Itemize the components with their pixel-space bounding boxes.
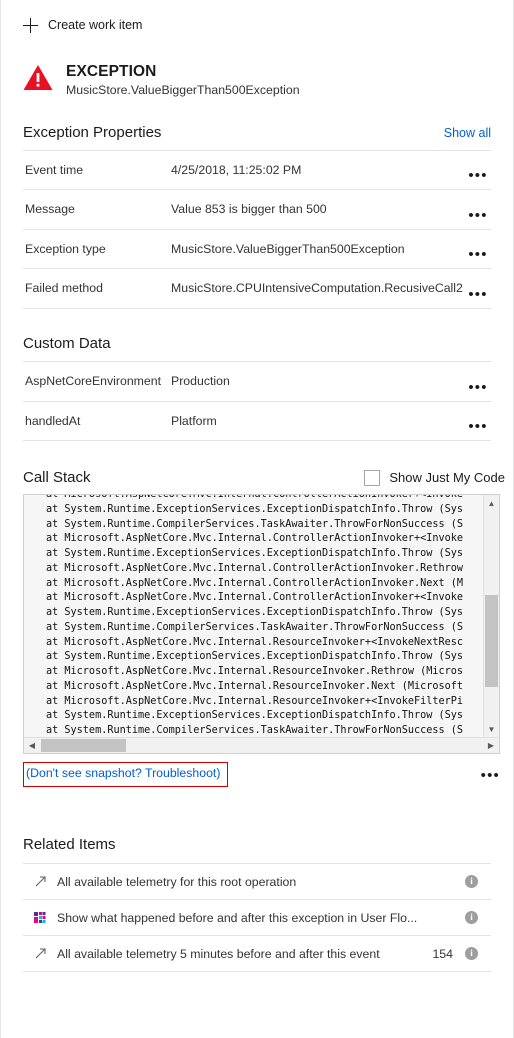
- related-item-label: All available telemetry for this root op…: [57, 874, 297, 889]
- call-stack-line: at System.Runtime.CompilerServices.TaskA…: [46, 621, 464, 633]
- property-value: MusicStore.ValueBiggerThan500Exception: [171, 241, 405, 256]
- row-context-menu-button[interactable]: •••: [465, 247, 491, 262]
- user-flows-icon: [23, 911, 57, 924]
- list-item[interactable]: All available telemetry 5 minutes before…: [23, 936, 491, 973]
- property-value: MusicStore.CPUIntensiveComputation.Recus…: [171, 281, 463, 296]
- exception-properties-table: Event time 4/25/2018, 11:25:02 PM ••• Me…: [23, 149, 491, 309]
- row-context-menu-button[interactable]: •••: [465, 168, 491, 183]
- property-value: Value 853 is bigger than 500: [171, 202, 327, 217]
- property-key: handledAt: [25, 413, 81, 428]
- row-context-menu-button[interactable]: •••: [465, 287, 491, 302]
- call-stack-header: Call Stack Show Just My Code: [1, 469, 513, 486]
- call-stack-line: at System.Runtime.ExceptionServices.Exce…: [46, 710, 464, 722]
- custom-data-table: AspNetCoreEnvironment Production ••• han…: [23, 360, 491, 442]
- call-stack-line: at System.Runtime.ExceptionServices.Exce…: [46, 651, 464, 663]
- info-icon[interactable]: i: [465, 911, 491, 925]
- row-context-menu-button[interactable]: •••: [465, 208, 491, 223]
- troubleshoot-link[interactable]: (Don't see snapshot? Troubleshoot): [23, 762, 229, 787]
- exception-subtitle: MusicStore.ValueBiggerThan500Exception: [66, 82, 300, 97]
- property-value: 4/25/2018, 11:25:02 PM: [171, 162, 302, 177]
- list-item[interactable]: All available telemetry for this root op…: [23, 864, 491, 901]
- call-stack-line: at Microsoft.AspNetCore.Mvc.Internal.Con…: [46, 577, 464, 589]
- related-item-label: All available telemetry 5 minutes before…: [57, 946, 380, 961]
- exception-properties-title: Exception Properties: [23, 123, 162, 141]
- call-stack-line: at Microsoft.AspNetCore.Mvc.Internal.Res…: [46, 636, 464, 648]
- horizontal-scrollbar-thumb[interactable]: [41, 739, 126, 753]
- scroll-down-arrow-icon[interactable]: ▼: [484, 721, 499, 737]
- related-items-header: Related Items: [1, 836, 513, 853]
- exception-details-panel: Create work item EXCEPTION MusicStore.Va…: [0, 0, 514, 1038]
- call-stack-line: at System.Runtime.ExceptionServices.Exce…: [46, 607, 464, 619]
- call-stack-line: at Microsoft.AspNetCore.Mvc.Internal.Res…: [46, 680, 464, 692]
- call-stack-title: Call Stack: [23, 469, 91, 487]
- show-just-my-code-checkbox[interactable]: [364, 469, 381, 486]
- call-stack-line: at Microsoft.AspNetCore.Mvc.Internal.Con…: [46, 562, 464, 574]
- call-stack-line: at System.Runtime.CompilerServices.TaskA…: [46, 518, 464, 530]
- create-work-item-label: Create work item: [48, 18, 143, 33]
- show-all-link[interactable]: Show all: [444, 126, 491, 140]
- table-row: AspNetCoreEnvironment Production •••: [23, 362, 491, 402]
- table-row: Message Value 853 is bigger than 500 •••: [23, 190, 491, 230]
- exception-header: EXCEPTION MusicStore.ValueBiggerThan500E…: [1, 44, 513, 98]
- call-stack-line: at Microsoft.AspNetCore.Mvc.Internal.Res…: [46, 666, 464, 678]
- external-link-arrow-icon: [23, 876, 57, 887]
- command-bar: Create work item: [1, 0, 513, 44]
- call-stack-line: at System.Runtime.ExceptionServices.Exce…: [46, 548, 464, 560]
- call-stack-textarea[interactable]: at Microsoft.AspNetCore.Mvc.Internal.Con…: [23, 494, 500, 755]
- error-triangle-icon: [23, 65, 53, 90]
- call-stack-vertical-scrollbar[interactable]: ▲ ▼: [483, 495, 499, 738]
- related-items-title: Related Items: [23, 836, 116, 854]
- property-key: Failed method: [25, 281, 103, 296]
- custom-data-title: Custom Data: [23, 334, 111, 352]
- info-icon[interactable]: i: [465, 875, 491, 889]
- call-stack-lines: at Microsoft.AspNetCore.Mvc.Internal.Con…: [24, 494, 483, 737]
- show-just-my-code-toggle[interactable]: Show Just My Code: [364, 469, 505, 486]
- create-work-item-button[interactable]: Create work item: [23, 18, 142, 33]
- related-item-label: Show what happened before and after this…: [57, 910, 418, 925]
- show-just-my-code-label: Show Just My Code: [389, 470, 505, 486]
- property-value: Production: [171, 373, 230, 388]
- vertical-scrollbar-thumb[interactable]: [485, 595, 498, 688]
- call-stack-line: at Microsoft.AspNetCore.Mvc.Internal.Con…: [46, 533, 464, 545]
- call-stack-line: at Microsoft.AspNetCore.Mvc.Internal.Res…: [46, 695, 464, 707]
- troubleshoot-row: (Don't see snapshot? Troubleshoot) •••: [23, 762, 500, 788]
- property-key: Message: [25, 202, 75, 217]
- call-stack-line: at System.Runtime.CompilerServices.TaskA…: [46, 725, 464, 737]
- scroll-right-arrow-icon[interactable]: ▶: [483, 738, 499, 753]
- property-value: Platform: [171, 413, 217, 428]
- exception-properties-header: Exception Properties Show all: [1, 124, 513, 141]
- exception-header-text: EXCEPTION MusicStore.ValueBiggerThan500E…: [66, 62, 300, 98]
- call-stack-line: at Microsoft.AspNetCore.Mvc.Internal.Con…: [46, 494, 464, 501]
- row-context-menu-button[interactable]: •••: [465, 419, 491, 434]
- call-stack-line: at Microsoft.AspNetCore.Mvc.Internal.Con…: [46, 592, 464, 604]
- related-items-table: All available telemetry for this root op…: [23, 863, 491, 973]
- related-item-count: 154: [432, 946, 453, 961]
- property-key: AspNetCoreEnvironment: [25, 373, 162, 388]
- table-row: Exception type MusicStore.ValueBiggerTha…: [23, 230, 491, 270]
- table-row: Failed method MusicStore.CPUIntensiveCom…: [23, 269, 491, 309]
- exception-title: EXCEPTION: [66, 63, 157, 80]
- call-stack-line: at System.Runtime.ExceptionServices.Exce…: [46, 503, 464, 515]
- table-row: Event time 4/25/2018, 11:25:02 PM •••: [23, 151, 491, 191]
- plus-icon: [23, 18, 38, 33]
- list-item[interactable]: Show what happened before and after this…: [23, 900, 491, 937]
- external-link-arrow-icon: [23, 948, 57, 959]
- call-stack-horizontal-scrollbar[interactable]: ◀ ▶: [24, 737, 499, 754]
- property-key: Exception type: [25, 241, 106, 256]
- scroll-up-arrow-icon[interactable]: ▲: [484, 495, 499, 511]
- row-context-menu-button[interactable]: •••: [465, 380, 491, 395]
- custom-data-header: Custom Data: [1, 335, 513, 352]
- scroll-left-arrow-icon[interactable]: ◀: [24, 738, 40, 753]
- table-row: handledAt Platform •••: [23, 402, 491, 442]
- info-icon[interactable]: i: [465, 947, 491, 961]
- property-key: Event time: [25, 162, 84, 177]
- call-stack-context-menu-button[interactable]: •••: [481, 768, 500, 783]
